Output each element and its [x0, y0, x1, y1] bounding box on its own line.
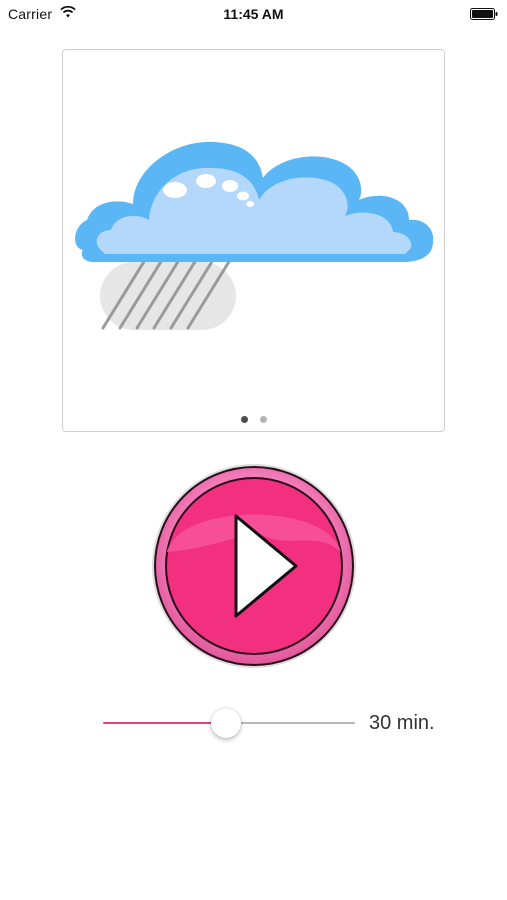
slider-track-empty — [226, 722, 355, 724]
rain-cloud-illustration — [75, 141, 434, 330]
slider-track-filled — [103, 722, 226, 724]
page-dot-2[interactable] — [259, 416, 267, 423]
grey-cloud-shape — [100, 262, 236, 330]
play-icon — [152, 464, 356, 668]
status-bar: Carrier 11:45 AM — [0, 0, 507, 28]
battery-icon — [470, 8, 498, 20]
status-time: 11:45 AM — [223, 6, 284, 22]
duration-label: 30 min. — [369, 712, 435, 734]
page-dot-1[interactable] — [240, 416, 248, 423]
blue-cloud-shape — [75, 141, 434, 262]
page-indicator[interactable] — [63, 416, 444, 428]
timer-slider[interactable] — [103, 705, 355, 741]
slider-thumb[interactable] — [211, 708, 241, 738]
play-button[interactable] — [150, 462, 358, 670]
weather-image-card[interactable] — [62, 49, 445, 432]
